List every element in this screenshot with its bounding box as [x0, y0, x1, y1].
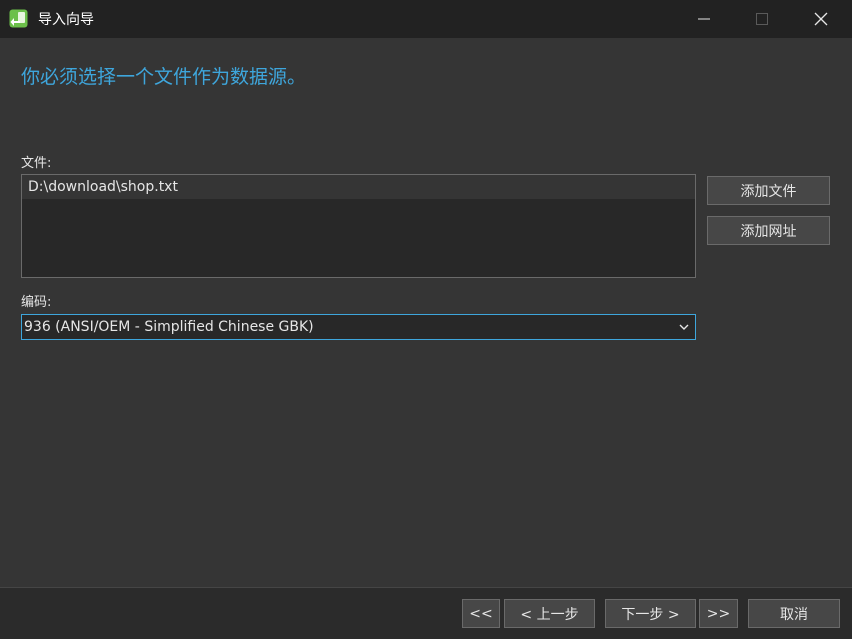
maximize-button[interactable]	[733, 0, 791, 38]
add-url-button[interactable]: 添加网址	[707, 216, 830, 245]
first-page-button[interactable]: <<	[462, 599, 500, 628]
cancel-button[interactable]: 取消	[748, 599, 840, 628]
next-button[interactable]: 下一步 >	[605, 599, 696, 628]
title-bar: 导入向导	[0, 0, 852, 38]
window-title: 导入向导	[38, 12, 94, 28]
wizard-footer: << < 上一步 下一步 > >> 取消	[0, 587, 852, 639]
chevron-down-icon	[679, 324, 689, 330]
import-wizard-app-icon	[9, 9, 28, 28]
close-icon	[814, 12, 828, 26]
close-button[interactable]	[792, 0, 850, 38]
encoding-select[interactable]: 936 (ANSI/OEM - Simplified Chinese GBK)	[21, 314, 696, 340]
maximize-icon	[756, 13, 768, 25]
add-file-button[interactable]: 添加文件	[707, 176, 830, 205]
file-label: 文件:	[21, 156, 52, 171]
page-heading: 你必须选择一个文件作为数据源。	[21, 66, 307, 88]
minimize-icon	[698, 18, 710, 20]
previous-button[interactable]: < 上一步	[504, 599, 595, 628]
encoding-label: 编码:	[21, 295, 52, 310]
minimize-button[interactable]	[675, 0, 733, 38]
last-page-button[interactable]: >>	[699, 599, 738, 628]
wizard-content: 你必须选择一个文件作为数据源。 文件: D:\download\shop.txt…	[0, 38, 852, 587]
file-list[interactable]: D:\download\shop.txt	[21, 174, 696, 278]
file-list-item[interactable]: D:\download\shop.txt	[22, 175, 695, 199]
encoding-selected-value: 936 (ANSI/OEM - Simplified Chinese GBK)	[24, 319, 314, 335]
